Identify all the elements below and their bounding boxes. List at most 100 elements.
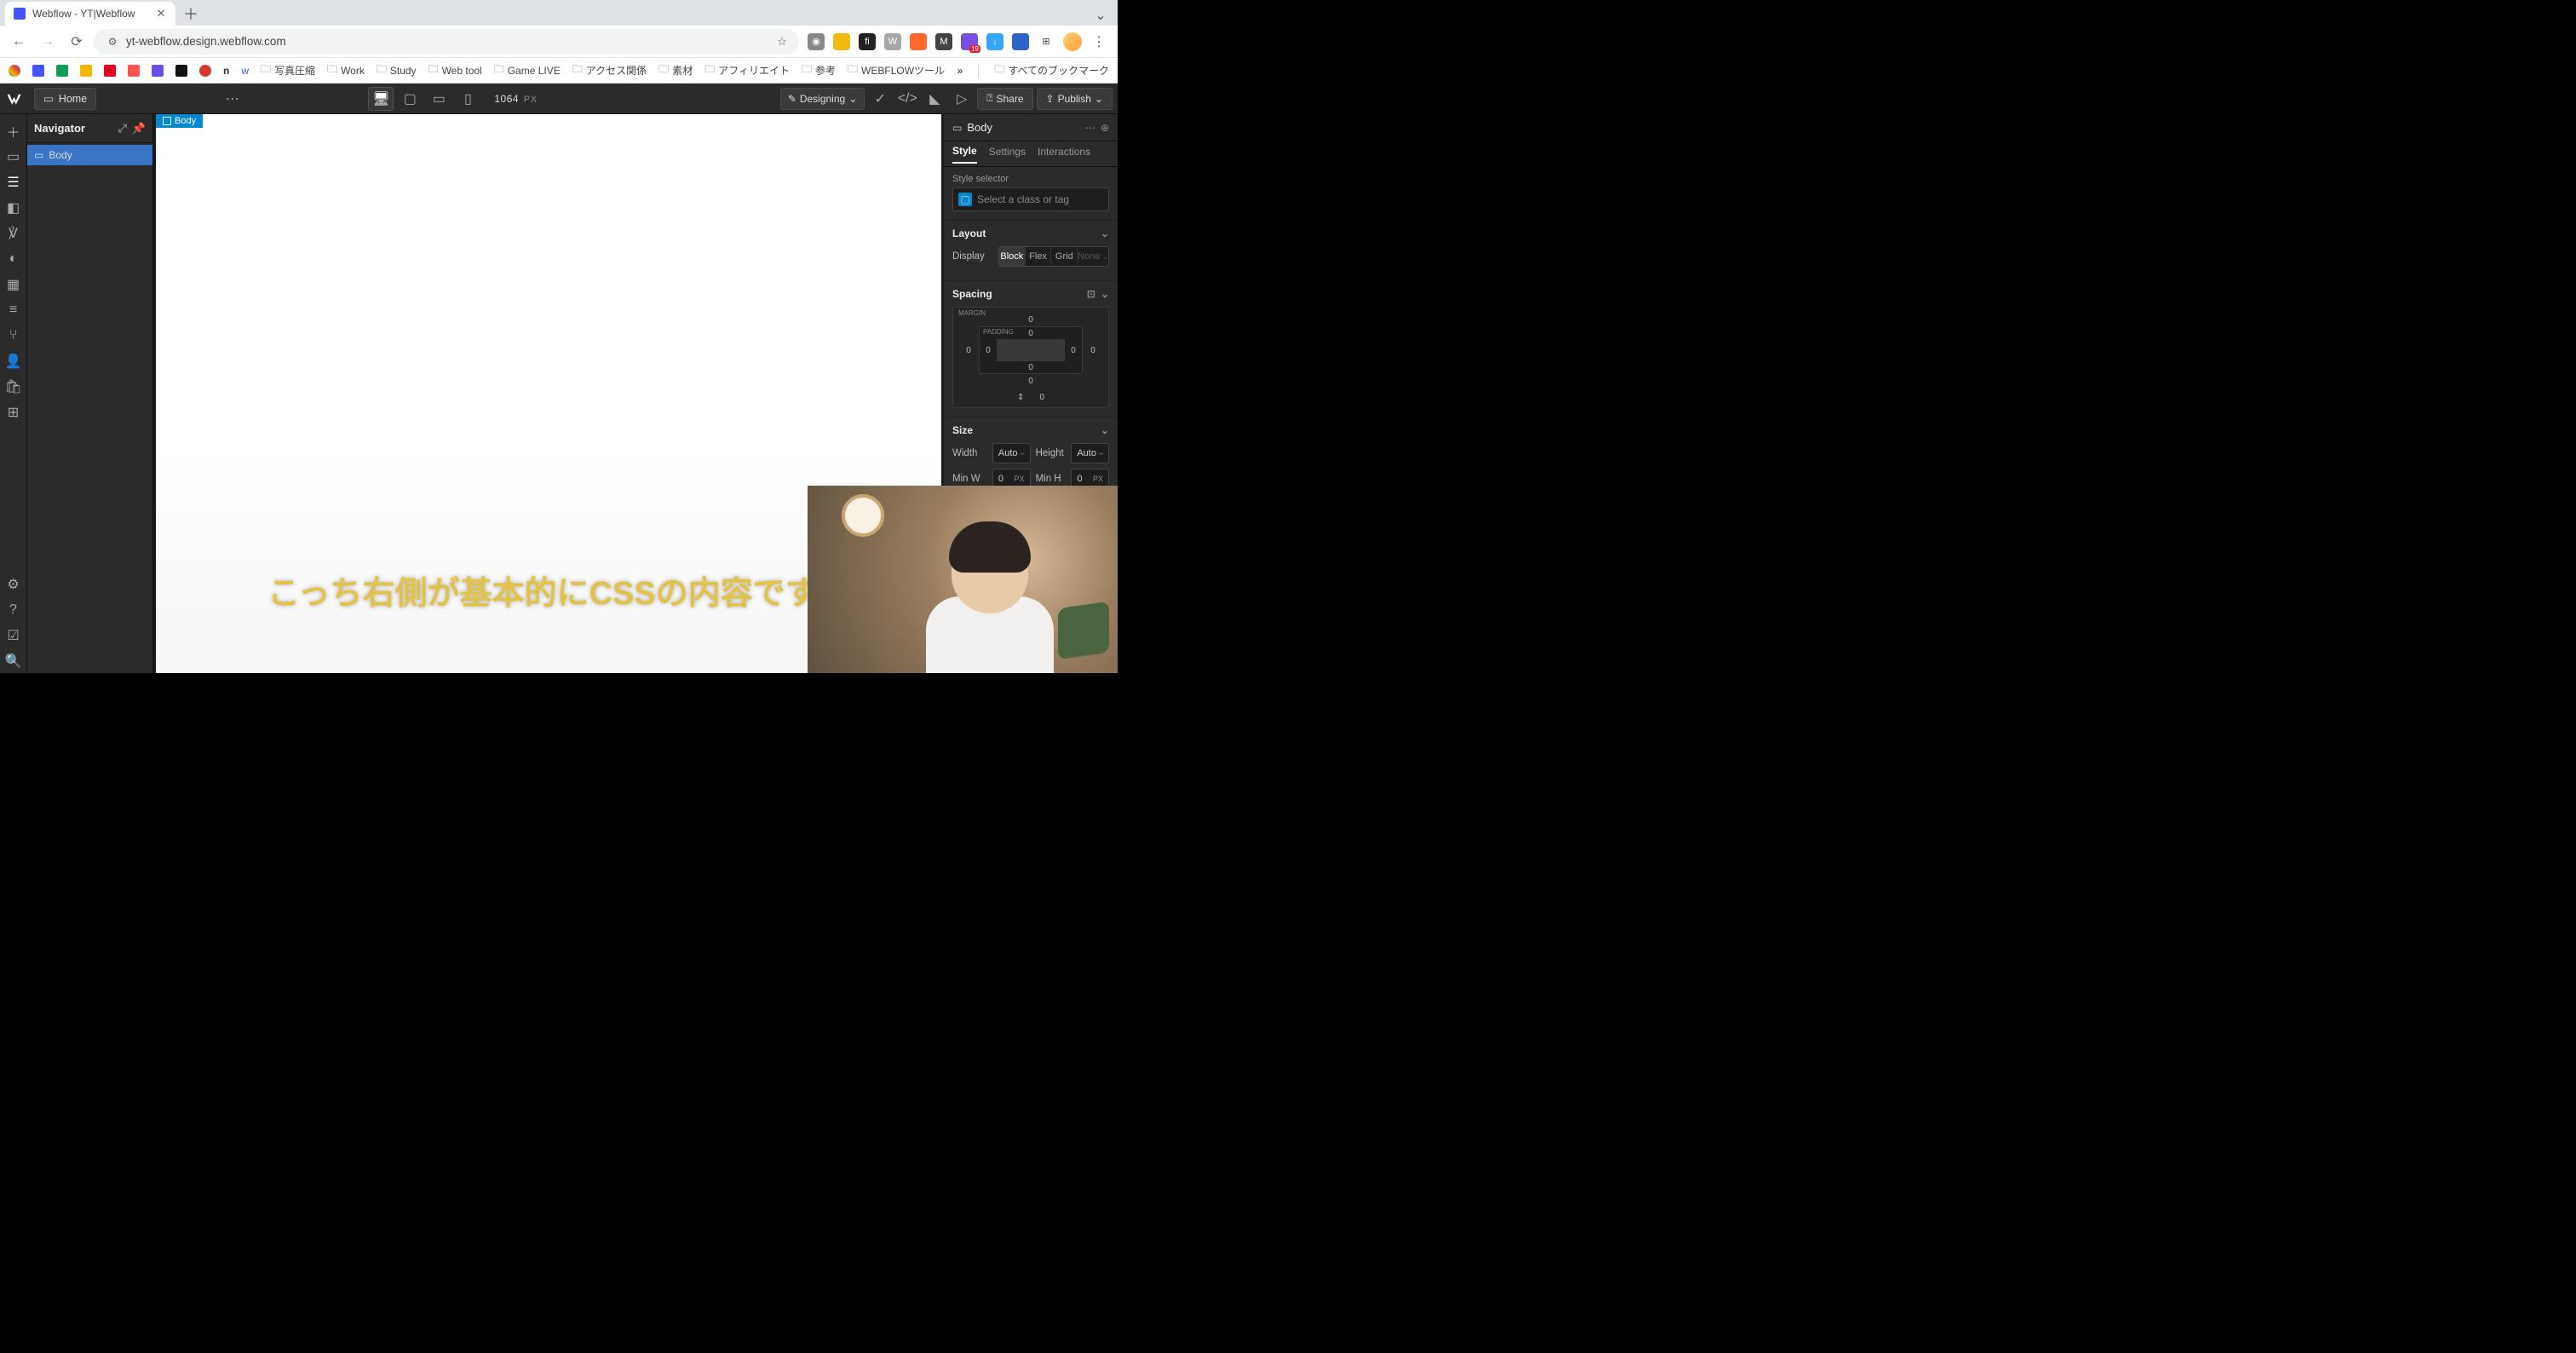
bookmark-item[interactable] [32, 65, 44, 77]
bookmark-star-icon[interactable]: ☆ [777, 35, 787, 49]
help-icon[interactable]: ? [2, 598, 26, 622]
display-option-flex[interactable]: Flex [1026, 247, 1052, 266]
add-element-icon[interactable]: ＋ [2, 119, 26, 143]
spacing-editor[interactable]: MARGIN 0 0 PADDING 0 0 0 0 [952, 307, 1109, 408]
browser-tab[interactable]: Webflow - YT|Webflow ✕ [5, 2, 175, 26]
more-icon[interactable]: ⋯ [1085, 122, 1095, 134]
check-icon[interactable]: ✓ [868, 88, 892, 110]
preview-play-icon[interactable]: ▷ [950, 88, 974, 110]
canvas-selection-label[interactable]: Body [156, 114, 203, 128]
chrome-menu-icon[interactable]: ⋮ [1087, 30, 1111, 54]
mode-dropdown[interactable]: ✎ Designing ⌄ [780, 88, 865, 110]
forward-button[interactable]: → [36, 30, 60, 54]
mobile-device-icon[interactable]: ▯ [455, 87, 480, 111]
tabs-dropdown-icon[interactable]: ⌄ [1090, 5, 1111, 26]
link-spacing-icon[interactable]: ⇕ [1017, 393, 1024, 402]
ext-icon[interactable] [910, 33, 927, 50]
bookmark-item[interactable] [56, 65, 68, 77]
logic-icon[interactable]: ⑂ [2, 324, 26, 348]
bookmark-folder[interactable]: 🗀Game LIVE [494, 61, 561, 79]
bookmark-folder[interactable]: 🗀写真圧縮 [261, 61, 315, 79]
margin-bottom[interactable]: 0 [979, 374, 1083, 388]
bookmark-folder[interactable]: 🗀参考 [802, 61, 836, 79]
variables-icon[interactable]: ℣ [2, 222, 26, 245]
bookmarks-overflow[interactable]: » [957, 65, 963, 77]
bookmark-folder[interactable]: 🗀アクセス関係 [572, 61, 647, 79]
focus-icon[interactable]: ⊕ [1101, 122, 1109, 134]
cms-icon[interactable]: ≡ [2, 298, 26, 322]
bookmark-item[interactable] [80, 65, 92, 77]
navigator-item-body[interactable]: ▭ Body [27, 145, 152, 165]
bookmark-folder[interactable]: 🗀Web tool [428, 61, 482, 79]
reload-button[interactable]: ⟳ [65, 30, 89, 54]
new-tab-button[interactable]: ＋ [181, 3, 201, 24]
bookmark-folder[interactable]: 🗀素材 [658, 61, 693, 79]
collapse-icon[interactable]: ⤢ [118, 122, 126, 135]
ecommerce-icon[interactable]: 🛍 [2, 375, 26, 399]
bookmark-item[interactable] [152, 65, 164, 77]
site-settings-icon[interactable]: ⚙ [106, 35, 119, 49]
spacing-extra-value[interactable]: 0 [1039, 393, 1044, 402]
style-selector-input[interactable]: ▢ Select a class or tag [952, 187, 1109, 211]
ext-icon[interactable]: fi [859, 33, 876, 50]
bookmark-item[interactable] [128, 65, 140, 77]
search-icon[interactable]: 🔍 [2, 649, 26, 673]
home-button[interactable]: ▭ Home [34, 88, 96, 110]
unit-dropdown-icon[interactable]: – [1021, 449, 1025, 458]
publish-button[interactable]: ⇪ Publish ⌄ [1037, 88, 1113, 110]
bookmark-folder[interactable]: 🗀WEBFLOWツール [848, 61, 945, 79]
ext-icon[interactable]: M [935, 33, 952, 50]
bookmark-item[interactable] [175, 65, 187, 77]
share-button[interactable]: ⍰ Share [977, 88, 1032, 110]
users-icon[interactable]: 👤 [2, 349, 26, 373]
chevron-down-icon[interactable]: ⌄ [1101, 288, 1109, 300]
display-option-grid[interactable]: Grid [1051, 247, 1078, 266]
bookmark-item[interactable] [104, 65, 116, 77]
tablet-device-icon[interactable]: ▢ [397, 87, 423, 111]
components-icon[interactable]: ◧ [2, 196, 26, 220]
camera-ext-icon[interactable]: ◉ [808, 33, 825, 50]
ext-icon[interactable] [1012, 33, 1029, 50]
margin-right[interactable]: 0 [1083, 326, 1103, 374]
spacing-mode-icon[interactable]: ⊡ [1087, 288, 1095, 300]
padding-bottom[interactable]: 0 [997, 361, 1065, 373]
tab-close-icon[interactable]: ✕ [155, 8, 167, 20]
styles-icon[interactable]: ◐ [2, 247, 26, 271]
extensions-puzzle-icon[interactable]: ⊞ [1038, 33, 1055, 50]
padding-right[interactable]: 0 [1065, 339, 1082, 361]
url-bar[interactable]: ⚙ yt-webflow.design.webflow.com ☆ [94, 29, 799, 55]
profile-avatar[interactable] [1063, 32, 1082, 51]
tab-style[interactable]: Style [952, 145, 977, 164]
bookmark-folder[interactable]: 🗀Study [377, 61, 417, 79]
tablet-landscape-icon[interactable]: ▭ [426, 87, 451, 111]
pages-icon[interactable]: ▭ [2, 145, 26, 169]
all-bookmarks-folder[interactable]: 🗀すべてのブックマーク [994, 61, 1109, 79]
code-icon[interactable]: </> [895, 88, 919, 110]
apps-icon[interactable]: ⊞ [2, 400, 26, 424]
webflow-logo-icon[interactable] [5, 89, 26, 109]
comment-icon[interactable]: ◣ [923, 88, 946, 110]
margin-top[interactable]: 0 [979, 313, 1083, 326]
width-input[interactable]: Auto– [992, 443, 1031, 463]
bookmark-item[interactable]: w [241, 65, 249, 77]
ext-icon[interactable]: ↓ [986, 33, 1003, 50]
bookmark-item[interactable] [9, 65, 20, 77]
unit-dropdown-icon[interactable]: – [1099, 449, 1103, 458]
bookmark-item[interactable] [199, 65, 211, 77]
chevron-down-icon[interactable]: ⌄ [1101, 227, 1109, 239]
desktop-device-icon[interactable]: 🖥 [368, 87, 394, 111]
bookmark-folder[interactable]: 🗀アフィリエイト [704, 61, 790, 79]
ext-icon[interactable]: W [884, 33, 901, 50]
height-input[interactable]: Auto– [1071, 443, 1109, 463]
ext-icon-badge[interactable]: 19 [961, 33, 978, 50]
bookmark-item[interactable]: n [223, 65, 229, 77]
display-option-block[interactable]: Block [999, 247, 1026, 266]
topbar-overflow-icon[interactable]: ⋯ [221, 88, 244, 110]
tab-interactions[interactable]: Interactions [1038, 146, 1090, 163]
settings-icon[interactable]: ⚙ [2, 573, 26, 596]
canvas-width-readout[interactable]: 1064 PX [494, 93, 537, 105]
navigator-icon[interactable]: ☰ [2, 170, 26, 194]
padding-left[interactable]: 0 [980, 339, 997, 361]
chevron-down-icon[interactable]: ⌄ [1101, 424, 1109, 436]
bookmark-folder[interactable]: 🗀Work [327, 61, 365, 79]
